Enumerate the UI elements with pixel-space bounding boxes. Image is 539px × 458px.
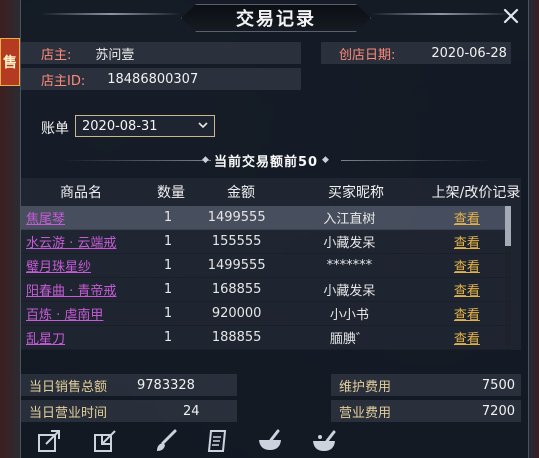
buyer-name: 腼腆゛ [329, 332, 369, 347]
item-name-link[interactable]: 水云游 · 云端戒 [26, 236, 116, 251]
pestle-bowl-button[interactable] [309, 426, 339, 456]
table-body: 焦尾琴 1 1499555 入江直树 查看 水云游 · 云端戒 1 155555 小藏发呆 查看璧… [21, 206, 511, 350]
created-date-value: 2020-06-28 [431, 45, 507, 61]
item-name-link[interactable]: 乱星刀 [26, 332, 65, 347]
brush-button[interactable] [151, 426, 181, 456]
item-name-link[interactable]: 璧月珠星纱 [26, 260, 91, 275]
item-quantity: 1 [163, 258, 173, 273]
business-fee-row: 营业费用 7200 [331, 400, 521, 422]
daily-hours-row: 当日营业时间 24 [21, 400, 237, 422]
background-right-panel [529, 0, 539, 458]
brush-icon [157, 429, 177, 451]
maintenance-row: 维护费用 7500 [331, 374, 521, 396]
header-item-name: 商品名 [60, 185, 102, 201]
diamond-icon: ◆ [202, 155, 210, 165]
view-record-link[interactable]: 查看 [454, 308, 480, 323]
owner-id-value: 18486800307 [107, 71, 199, 87]
item-amount: 1499555 [207, 258, 266, 273]
business-fee-value: 7200 [481, 403, 515, 419]
item-amount: 168855 [211, 282, 262, 297]
item-amount: 155555 [211, 234, 262, 249]
export-icon [38, 430, 60, 452]
item-quantity: 1 [163, 210, 173, 225]
business-fee-label: 营业费用 [339, 405, 392, 421]
mortar-icon [259, 429, 281, 450]
item-amount: 920000 [211, 306, 262, 321]
pestle-bowl-icon [313, 430, 336, 451]
item-quantity: 1 [163, 234, 173, 249]
table-row[interactable]: 璧月珠星纱 1 1499555 ******* 查看 [21, 254, 511, 278]
trade-table: 商品名 数量 金额 买家昵称 上架/改价记录 焦尾琴 1 1499555 入江直树 查看… [21, 178, 521, 350]
owner-id-label: 店主ID: [41, 73, 86, 89]
view-record-link[interactable]: 查看 [454, 236, 480, 251]
item-amount: 188855 [211, 330, 262, 345]
item-quantity: 1 [163, 330, 173, 345]
buyer-name: 小藏发呆 [323, 236, 376, 251]
table-scrollbar[interactable] [505, 206, 511, 346]
buyer-name: 小小书 [329, 308, 369, 323]
account-label: 账单 [41, 121, 69, 137]
mortar-button[interactable] [255, 426, 285, 456]
close-button[interactable] [500, 6, 522, 28]
created-date-label: 创店日期: [339, 47, 396, 63]
table-row[interactable]: 百炼 · 虐南甲 1 920000 小小书 查看 [21, 302, 511, 326]
daily-sales-row: 当日销售总额 9783328 [21, 374, 237, 396]
header-record: 上架/改价记录 [431, 185, 521, 201]
trade-record-dialog: 交易记录 店主: 苏问壹 店主ID: 18486800307 创店日期: 202… [20, 0, 529, 458]
daily-hours-value: 24 [183, 403, 200, 419]
section-line-left [61, 160, 211, 161]
section-header: ◆ 当前交易额前50 ◆ [191, 150, 341, 170]
header-quantity: 数量 [157, 185, 185, 201]
item-amount: 1499555 [207, 210, 266, 225]
table-header: 商品名 数量 金额 买家昵称 上架/改价记录 [21, 180, 521, 204]
export-button[interactable] [35, 426, 65, 456]
buyer-name: 小藏发呆 [323, 284, 376, 299]
daily-sales-label: 当日销售总额 [29, 379, 108, 395]
buyer-name: ******* [326, 258, 373, 273]
maintenance-label: 维护费用 [339, 379, 392, 395]
close-icon [503, 8, 519, 24]
scroll-icon [207, 430, 227, 452]
import-icon [94, 430, 116, 452]
daily-hours-label: 当日营业时间 [29, 405, 108, 421]
item-name-link[interactable]: 百炼 · 虐南甲 [26, 308, 103, 323]
daily-sales-value: 9783328 [137, 377, 195, 393]
section-line-right [341, 160, 491, 161]
section-title: 当前交易额前50 [213, 154, 319, 170]
background-sell-tab[interactable]: 售 [0, 38, 20, 86]
view-record-link[interactable]: 查看 [454, 284, 480, 299]
table-row[interactable]: 阳春曲 · 青帝戒 1 168855 小藏发呆 查看 [21, 278, 511, 302]
account-date-select[interactable]: 2020-08-31 [75, 115, 215, 137]
chevron-down-icon [198, 119, 208, 133]
buyer-name: 入江直树 [323, 212, 376, 227]
import-button[interactable] [91, 426, 121, 456]
header-buyer: 买家昵称 [328, 185, 384, 201]
account-date-value: 2020-08-31 [82, 118, 158, 134]
owner-row: 店主: 苏问壹 [21, 42, 301, 64]
item-name-link[interactable]: 阳春曲 · 青帝戒 [26, 284, 116, 299]
title-ornament-left [41, 13, 181, 15]
table-row[interactable]: 焦尾琴 1 1499555 入江直树 查看 [21, 206, 511, 230]
item-quantity: 1 [163, 282, 173, 297]
diamond-icon: ◆ [322, 155, 330, 165]
table-row[interactable]: 水云游 · 云端戒 1 155555 小藏发呆 查看 [21, 230, 511, 254]
table-row[interactable]: 乱星刀 1 188855 腼腆゛ 查看 [21, 326, 511, 350]
header-amount: 金额 [227, 185, 255, 201]
dialog-title: 交易记录 [236, 9, 316, 30]
created-date-row: 创店日期: 2020-06-28 [321, 42, 511, 64]
maintenance-value: 7500 [481, 377, 515, 393]
view-record-link[interactable]: 查看 [454, 332, 480, 347]
item-quantity: 1 [163, 306, 173, 321]
view-record-link[interactable]: 查看 [454, 212, 480, 227]
scroll-button[interactable] [203, 426, 233, 456]
item-name-link[interactable]: 焦尾琴 [26, 212, 65, 227]
owner-label: 店主: [41, 47, 72, 63]
bottom-toolbar [21, 424, 530, 458]
title-ornament-right [371, 13, 511, 15]
owner-value: 苏问壹 [95, 47, 135, 63]
view-record-link[interactable]: 查看 [454, 260, 480, 275]
owner-id-row: 店主ID: 18486800307 [21, 68, 301, 90]
scrollbar-thumb[interactable] [505, 206, 511, 246]
dialog-title-bar: 交易记录 [181, 4, 371, 32]
